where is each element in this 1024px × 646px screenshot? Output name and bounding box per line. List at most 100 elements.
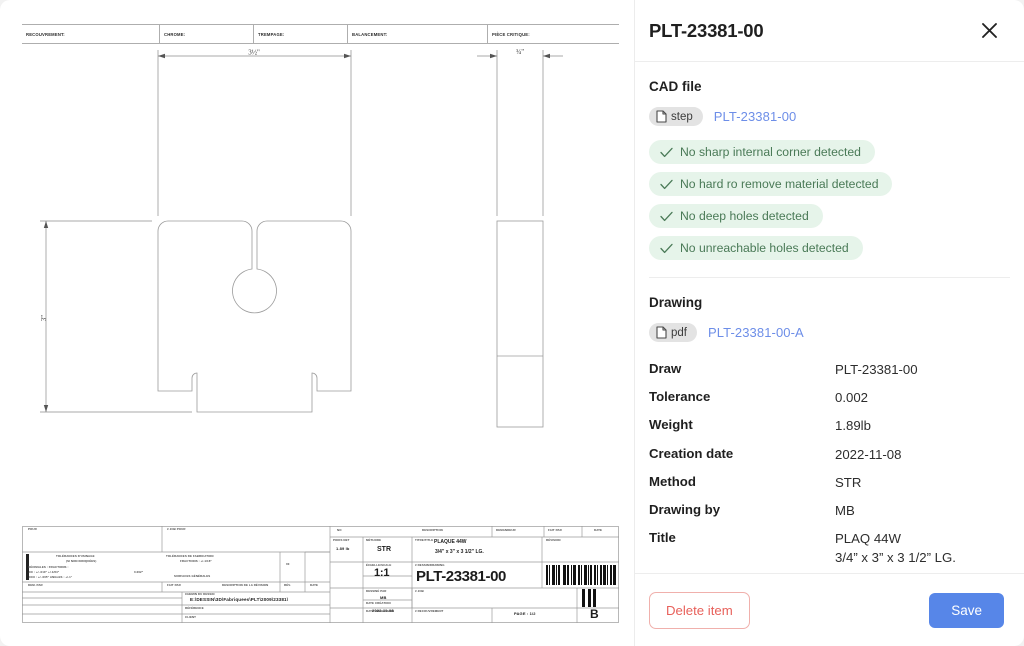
check-badge-label: No deep holes detected — [680, 209, 809, 223]
property-key: Title — [649, 530, 676, 546]
panel-footer: Delete item Save — [635, 573, 1024, 646]
step-file-chip[interactable]: step — [649, 107, 703, 126]
tb-col-description: DESCRIPTION — [422, 528, 443, 532]
tb-revision-value: B — [590, 607, 599, 621]
tb-date-impression-label: DATE IMPRESSION — [366, 609, 395, 613]
tb-chemin-value: E:\DESSIN\3D\Fabriquees\PLT\2009\23381\ — [190, 597, 289, 602]
check-badge-label: No unreachable holes detected — [680, 241, 849, 255]
property-value: 1.89lb — [835, 418, 871, 434]
drawing-file-row: pdf PLT-23381-00-A — [649, 323, 1010, 342]
check-icon — [660, 147, 673, 158]
side-view — [496, 220, 544, 428]
title-block-left-grid — [22, 592, 330, 623]
pdf-file-chip[interactable]: pdf — [649, 323, 697, 342]
property-row: Method STR — [649, 469, 1010, 497]
attr-recouvrement: RECOUVREMENT: — [22, 25, 160, 43]
check-icon — [660, 243, 673, 254]
dim-height-label: 3" — [40, 315, 48, 322]
dim-thickness-label: ¾" — [516, 48, 524, 56]
tb-no-dessin-label: # DESSIN/DRAWING — [415, 563, 445, 567]
property-key: Creation date — [649, 445, 734, 461]
property-value: 0.002 — [835, 390, 869, 406]
property-row: Draw PLT-23381-00 — [649, 356, 1010, 384]
property-value: 2022-11-08 — [835, 446, 902, 462]
drawing-sheet: RECOUVREMENT: CHROME: TREMPAGE: BALANCEM… — [22, 24, 619, 623]
check-badge: No deep holes detected — [649, 204, 823, 228]
tb-poids-net-value: 1.89 lb — [336, 546, 350, 551]
drawing-section-title: Drawing — [649, 295, 703, 310]
tb-col-fait-par: FAIT PAR — [548, 528, 562, 532]
tb-methode-label: MÉTHODE — [366, 538, 382, 542]
cad-file-row: step PLT-23381-00 — [649, 107, 1010, 126]
attr-piece-critique: PIÈCE CRITIQUE: — [492, 31, 530, 37]
tb-date-creation-label: DATE CRÉATION — [366, 601, 391, 605]
tb-col-no: NO — [337, 528, 342, 532]
tb-recouvrement-label: # RECOUVREMENT — [415, 609, 444, 613]
property-key: Method — [649, 473, 696, 489]
drawing-title-block: NO DESCRIPTION DEMANDEUR FAIT PAR DATE P… — [22, 526, 619, 623]
section-divider — [649, 277, 1010, 278]
tb-chemin-label: CHEMIN DU DESSIN — [185, 592, 215, 596]
barcode-main — [546, 565, 616, 585]
tb-titre-value-1: PLAQUE 44W — [434, 539, 467, 545]
check-badge-label: No sharp internal corner detected — [680, 145, 861, 159]
tb-poids-net-label: POIDS NET — [333, 538, 350, 542]
property-key: Drawing by — [649, 502, 721, 518]
drawing-properties-table: Draw PLT-23381-00 Tolerance 0.002 Weight… — [649, 356, 1010, 572]
property-row: Drawing by MB — [649, 497, 1010, 525]
delete-item-button[interactable]: Delete item — [649, 591, 750, 629]
barcode-secondary — [582, 589, 596, 607]
dim-width-label: 3½" — [248, 49, 260, 57]
tb-no-job-label: # JOB — [415, 589, 424, 593]
property-value: PLT-23381-00 — [835, 362, 918, 377]
drawing-file-link[interactable]: PLT-23381-00-A — [708, 325, 804, 340]
check-icon — [660, 179, 673, 190]
tb-titre-value-2: 3/4" x 3" x 3 1/2" LG. — [435, 549, 484, 555]
save-button[interactable]: Save — [929, 592, 1004, 628]
panel-body: CAD file step PLT-23381-00 No sharp inte… — [635, 62, 1024, 573]
tb-col-date: DATE — [594, 528, 603, 532]
tb-revision-label: RÉVISION — [546, 538, 561, 542]
cad-drawing-viewer[interactable]: RECOUVREMENT: CHROME: TREMPAGE: BALANCEM… — [0, 0, 634, 646]
dim-height — [40, 220, 192, 413]
part-views-svg: 3½" 3" ¾" — [40, 48, 563, 428]
tb-dessine-par-label: DESSINÉ PAR — [366, 589, 387, 593]
cad-file-section-title: CAD file — [649, 79, 702, 94]
step-chip-label: step — [671, 110, 693, 123]
cad-file-link[interactable]: PLT-23381-00 — [714, 109, 797, 124]
tb-echelle-value: 1:1 — [374, 567, 390, 579]
tb-dessine-par-value: MB — [380, 595, 387, 600]
check-icon — [660, 211, 673, 222]
cad-check-badges: No sharp internal corner detected No har… — [649, 140, 1010, 260]
dim-width — [157, 50, 352, 216]
property-key: Tolerance — [649, 389, 711, 405]
check-badge: No unreachable holes detected — [649, 236, 863, 260]
file-icon — [656, 326, 667, 339]
tb-titre-label: TITRE/TITLE — [415, 538, 434, 542]
app-root: RECOUVREMENT: CHROME: TREMPAGE: BALANCEM… — [0, 0, 1024, 646]
page-title: PLT-23381-00 — [649, 19, 764, 41]
tb-col-demandeur: DEMANDEUR — [496, 528, 516, 532]
drawing-geometry: 3½" 3" ¾" — [22, 44, 619, 524]
close-icon[interactable] — [976, 18, 1002, 44]
property-key: Weight — [649, 417, 693, 433]
tb-desc-revision-label: DESCRIPTION DE LA RÉVISION — [222, 583, 269, 587]
drawing-attribute-strip: RECOUVREMENT: CHROME: TREMPAGE: BALANCEM… — [22, 24, 619, 44]
property-row: Tolerance 0.002 — [649, 384, 1010, 412]
dim-thickness — [477, 50, 563, 216]
attr-trempage: TREMPAGE: — [254, 25, 348, 43]
file-icon — [656, 110, 667, 123]
property-row: Title PLAQ 44W 3/4” x 3” x 3 1/2” LG. — [649, 525, 1010, 571]
tb-page-label: PAGE : 1/2 — [514, 611, 536, 616]
property-value: PLAQ 44W 3/4” x 3” x 3 1/2” LG. — [835, 531, 956, 565]
tb-reference-label: RÉFÉRENCE — [185, 606, 204, 610]
tb-client-label: CLIENT — [185, 615, 197, 619]
property-value: STR — [835, 474, 862, 490]
pdf-chip-label: pdf — [671, 326, 687, 339]
panel-header: PLT-23381-00 — [635, 0, 1024, 62]
tb-methode-value: STR — [377, 546, 391, 553]
property-row: Weight 1.89lb — [649, 412, 1010, 440]
property-value: MB — [835, 503, 855, 519]
property-row: Creation date 2022-11-08 — [649, 441, 1010, 469]
check-badge: No sharp internal corner detected — [649, 140, 875, 164]
